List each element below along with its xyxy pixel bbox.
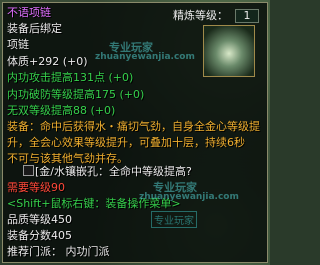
refine-level-value: 1 bbox=[235, 9, 259, 23]
watermark-url: zhuanyewanjia.com bbox=[95, 52, 195, 62]
refine-level-label: 精炼等级： bbox=[173, 9, 228, 22]
set-effect-line-1: 装备：命中后获得水・痛切气劲，自身全金心等级提 bbox=[7, 120, 260, 133]
stat-internal-pierce: 内功破防等级提高175 (+0) bbox=[7, 88, 145, 101]
stat-constitution: 体质+292 (+0) bbox=[7, 55, 88, 68]
item-name: 不语项链 bbox=[7, 6, 51, 19]
item-type: 项链 bbox=[7, 38, 29, 51]
set-effect-line-2: 升，全会心效果等级提升，可叠加十层，持续6秒 bbox=[7, 136, 245, 149]
bind-status: 装备后绑定 bbox=[7, 22, 62, 35]
stat-no-parry: 无双等级提高88 (+0) bbox=[7, 104, 116, 117]
quality-level: 品质等级450 bbox=[7, 213, 72, 226]
equip-score: 装备分数405 bbox=[7, 229, 72, 242]
recommend-sect: 推荐门派： 内功门派 bbox=[7, 245, 110, 258]
required-level: 需要等级90 bbox=[7, 181, 65, 194]
gem-socket-text: [金/水镶嵌孔：全命中等级提高? bbox=[35, 165, 192, 178]
item-tooltip: 不语项链 精炼等级： 1 装备后绑定 项链 体质+292 (+0) 内功攻击提高… bbox=[2, 2, 268, 263]
stat-internal-attack: 内功攻击提高131点 (+0) bbox=[7, 71, 134, 84]
necklace-item-icon bbox=[203, 25, 255, 77]
watermark-seal: 专业玩家 bbox=[151, 211, 197, 228]
set-effect-line-3: 不可与该其他气劲并存。 bbox=[7, 152, 128, 165]
watermark-url: zhuanyewanjia.com bbox=[139, 192, 239, 202]
refine-level: 精炼等级： 1 bbox=[173, 9, 259, 23]
gem-socket-icon bbox=[23, 165, 34, 176]
